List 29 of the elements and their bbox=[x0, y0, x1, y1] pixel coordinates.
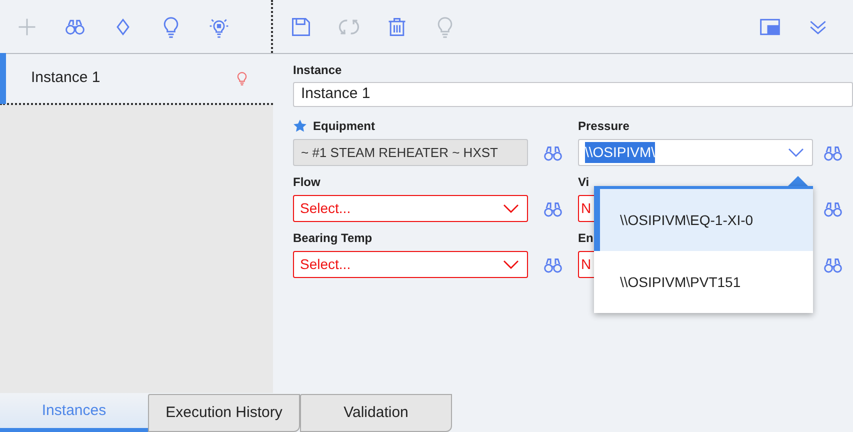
dropdown-field[interactable]: Select... bbox=[293, 251, 528, 278]
binoculars-icon[interactable] bbox=[823, 144, 843, 162]
instance-list-item[interactable]: Instance 1 bbox=[0, 54, 273, 105]
field-label: Vi bbox=[578, 174, 590, 191]
dropdown-option[interactable]: \\OSIPIVM\PVT151 bbox=[594, 251, 813, 313]
chevron-down-icon bbox=[503, 204, 519, 214]
chevron-down-icon bbox=[788, 148, 804, 158]
field-label: En bbox=[578, 230, 594, 247]
input-field[interactable]: Instance 1 bbox=[293, 82, 853, 107]
binoculars-icon[interactable] bbox=[543, 256, 563, 274]
dropdown-field[interactable]: \\OSIPIVM\ bbox=[578, 139, 813, 166]
binoculars-icon[interactable] bbox=[823, 256, 843, 274]
tab[interactable]: Validation bbox=[300, 394, 452, 432]
save-icon[interactable] bbox=[290, 16, 312, 38]
field-label: Flow bbox=[293, 174, 320, 191]
field-label: Equipment bbox=[313, 118, 375, 135]
field-label: Instance bbox=[293, 62, 343, 79]
field-label: Bearing Temp bbox=[293, 230, 372, 247]
binoculars-icon[interactable] bbox=[823, 200, 843, 218]
trash-icon[interactable] bbox=[386, 16, 408, 38]
dropdown-field[interactable]: Select... bbox=[293, 195, 528, 222]
readonly-field[interactable]: ~ #1 STEAM REHEATER ~ HXST bbox=[293, 139, 528, 166]
binoculars-icon[interactable] bbox=[543, 144, 563, 162]
field-label: Pressure bbox=[578, 118, 630, 135]
lightbulb-icon bbox=[235, 70, 249, 86]
chevron-down-icon bbox=[503, 260, 519, 270]
tab[interactable]: Execution History bbox=[148, 394, 300, 432]
binoculars-icon[interactable] bbox=[543, 200, 563, 218]
dropdown-option[interactable]: \\OSIPIVM\EQ-1-XI-0 bbox=[594, 189, 813, 251]
